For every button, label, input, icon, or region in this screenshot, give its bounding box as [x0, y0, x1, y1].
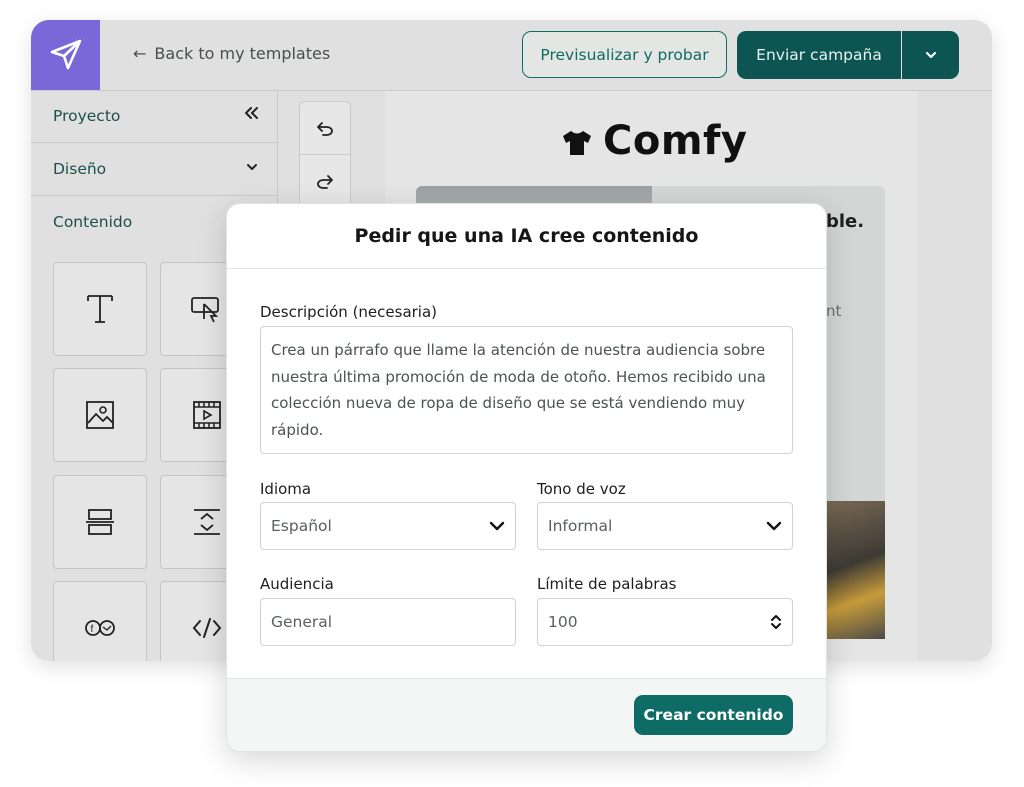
stepper-arrows-icon[interactable] [770, 613, 782, 631]
product-photo [827, 501, 885, 639]
audience-input[interactable]: General [260, 598, 516, 646]
chevron-down-icon [245, 159, 259, 177]
hero-heading: ble. [826, 211, 865, 232]
divider-block-icon [86, 509, 114, 535]
dialog-title: Pedir que una IA cree contenido [227, 204, 826, 269]
history-controls [299, 101, 351, 207]
button-block-icon [191, 297, 219, 323]
social-block-icon: f [85, 620, 115, 636]
double-chevron-left-icon[interactable] [243, 106, 259, 124]
audience-label: Audiencia [260, 575, 334, 593]
redo-button[interactable] [300, 155, 350, 207]
svg-text:f: f [91, 624, 94, 635]
app-logo[interactable] [31, 20, 100, 90]
brand-heading: Comfy [561, 118, 748, 164]
description-textarea[interactable]: Crea un párrafo que llame la atención de… [260, 326, 793, 454]
word-limit-value: 100 [548, 613, 578, 631]
brand-name: Comfy [603, 118, 748, 164]
undo-button[interactable] [300, 102, 350, 155]
back-link[interactable]: ← Back to my templates [133, 44, 330, 63]
sidebar-item-proyecto[interactable]: Proyecto [31, 91, 277, 143]
paper-plane-icon [50, 39, 82, 70]
language-value: Español [271, 517, 332, 535]
language-label: Idioma [260, 480, 312, 498]
chevron-down-icon [489, 521, 505, 531]
social-block-tile[interactable]: f [53, 581, 147, 661]
chevron-down-icon [925, 51, 936, 59]
divider-block-tile[interactable] [53, 475, 147, 569]
text-block-icon [87, 295, 113, 323]
video-block-icon [193, 401, 221, 429]
arrow-left-icon: ← [133, 44, 147, 63]
redo-icon [317, 175, 333, 189]
tone-value: Informal [548, 517, 613, 535]
audience-placeholder: General [271, 613, 333, 631]
word-limit-stepper[interactable]: 100 [537, 598, 793, 646]
send-options-button[interactable] [902, 31, 959, 79]
ai-content-dialog: Pedir que una IA cree contenido Descripc… [226, 203, 827, 752]
tshirt-icon [561, 118, 603, 164]
text-block-tile[interactable] [53, 262, 147, 356]
top-bar: ← Back to my templates Previsualizar y pr… [31, 20, 992, 91]
image-block-tile[interactable] [53, 368, 147, 462]
create-content-button[interactable]: Crear contenido [634, 695, 793, 735]
hero-text: nt [826, 302, 842, 320]
sidebar-item-label: Diseño [53, 160, 107, 178]
word-limit-label: Límite de palabras [537, 575, 677, 593]
sidebar-item-label: Proyecto [53, 107, 121, 125]
description-label: Descripción (necesaria) [260, 303, 438, 321]
spacer-block-icon [194, 509, 220, 535]
image-block-icon [86, 401, 114, 429]
tone-label: Tono de voz [537, 480, 626, 498]
preview-button[interactable]: Previsualizar y probar [522, 31, 727, 78]
html-code-icon [192, 618, 222, 638]
sidebar-item-label: Contenido [53, 213, 133, 231]
send-campaign-button[interactable]: Enviar campaña [737, 31, 901, 79]
tone-select[interactable]: Informal [537, 502, 793, 550]
undo-icon [317, 122, 333, 136]
back-link-label: Back to my templates [154, 44, 331, 63]
chevron-down-icon [766, 521, 782, 531]
language-select[interactable]: Español [260, 502, 516, 550]
sidebar-item-diseno[interactable]: Diseño [31, 144, 277, 196]
